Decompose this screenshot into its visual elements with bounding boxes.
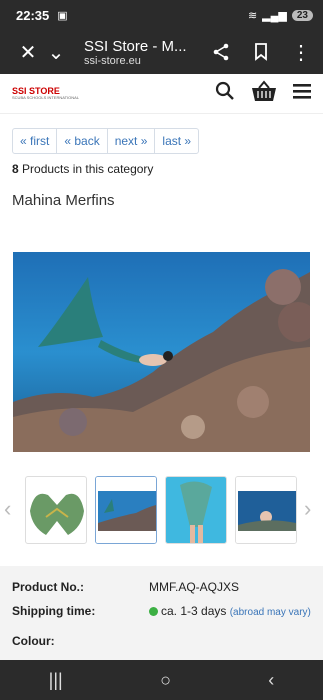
status-right: ≋ ▂▄▆ 23 (248, 9, 313, 22)
menu-icon[interactable] (293, 83, 311, 104)
pager-back[interactable]: « back (57, 129, 108, 153)
status-bar: 22:35 ▣ ≋ ▂▄▆ 23 (0, 0, 323, 30)
status-time: 22:35 (16, 7, 50, 23)
home-icon[interactable]: ○ (160, 670, 171, 691)
shipping-value-block: ca. 1-3 days (abroad may vary) (149, 604, 311, 618)
shipping-value: ca. 1-3 days (161, 604, 227, 618)
shipping-note[interactable]: (abroad may vary) (230, 607, 311, 618)
browser-title-block[interactable]: SSI Store - M... ssi-store.eu (84, 38, 207, 67)
bookmark-icon[interactable] (247, 38, 275, 66)
category-count-text: Products in this category (18, 162, 154, 176)
product-main-image[interactable] (13, 252, 310, 452)
recent-apps-icon[interactable]: ||| (49, 670, 63, 691)
thumbnail-2[interactable] (95, 476, 157, 544)
product-details: Product No.: MMF.AQ-AQJXS Shipping time:… (0, 566, 323, 660)
pager-first[interactable]: « first (13, 129, 58, 153)
site-header: SSI STORE SCUBA SCHOOLS INTERNATIONAL (0, 74, 323, 114)
chevron-left-icon[interactable]: ‹ (4, 496, 11, 522)
category-count: 8 Products in this category (12, 162, 311, 176)
product-no-label: Product No.: (12, 580, 84, 594)
browser-title: SSI Store - M... (84, 37, 187, 55)
toolbar-actions: ⋮ (207, 38, 315, 66)
site-logo[interactable]: SSI STORE SCUBA SCHOOLS INTERNATIONAL (12, 87, 79, 100)
pagination: « first « back next » last » (12, 128, 200, 154)
colour-label: Colour: (12, 634, 55, 648)
android-nav-bar: ||| ○ ‹ (0, 660, 323, 700)
more-icon[interactable]: ⋮ (287, 38, 315, 66)
shipping-label: Shipping time: (12, 604, 96, 618)
screenshot-icon: ▣ (57, 9, 68, 22)
wifi-icon: ≋ (247, 9, 258, 22)
instock-dot-icon (149, 607, 158, 616)
chevron-right-icon[interactable]: › (304, 496, 311, 522)
detail-row-colour: Colour: (12, 634, 311, 648)
share-icon[interactable] (207, 38, 235, 66)
cart-icon[interactable] (251, 80, 277, 107)
signal-icon: ▂▄▆ (262, 9, 287, 22)
browser-url: ssi-store.eu (84, 54, 141, 67)
category-count-number: 8 (12, 162, 19, 176)
search-icon[interactable] (215, 81, 235, 106)
pager-last[interactable]: last » (155, 129, 198, 153)
thumbnail-strip: ‹ › (0, 476, 323, 544)
detail-row-product-no: Product No.: MMF.AQ-AQJXS (12, 580, 311, 594)
battery-badge: 23 (291, 9, 313, 21)
logo-subtext: SCUBA SCHOOLS INTERNATIONAL (12, 95, 80, 100)
thumbnail-1[interactable] (25, 476, 87, 544)
detail-row-shipping: Shipping time: ca. 1-3 days (abroad may … (12, 604, 311, 618)
product-title: Mahina Merfins (12, 192, 115, 209)
back-icon[interactable]: ‹ (268, 670, 274, 691)
thumbnail-3[interactable] (165, 476, 227, 544)
pager-next[interactable]: next » (108, 129, 156, 153)
header-icons (215, 80, 311, 107)
chevron-down-icon[interactable]: ⌄ (42, 38, 70, 66)
close-icon[interactable]: ✕ (14, 38, 42, 66)
thumbnail-4[interactable] (235, 476, 297, 544)
product-no-value: MMF.AQ-AQJXS (149, 580, 240, 594)
browser-toolbar: ✕ ⌄ SSI Store - M... ssi-store.eu ⋮ (0, 30, 323, 74)
